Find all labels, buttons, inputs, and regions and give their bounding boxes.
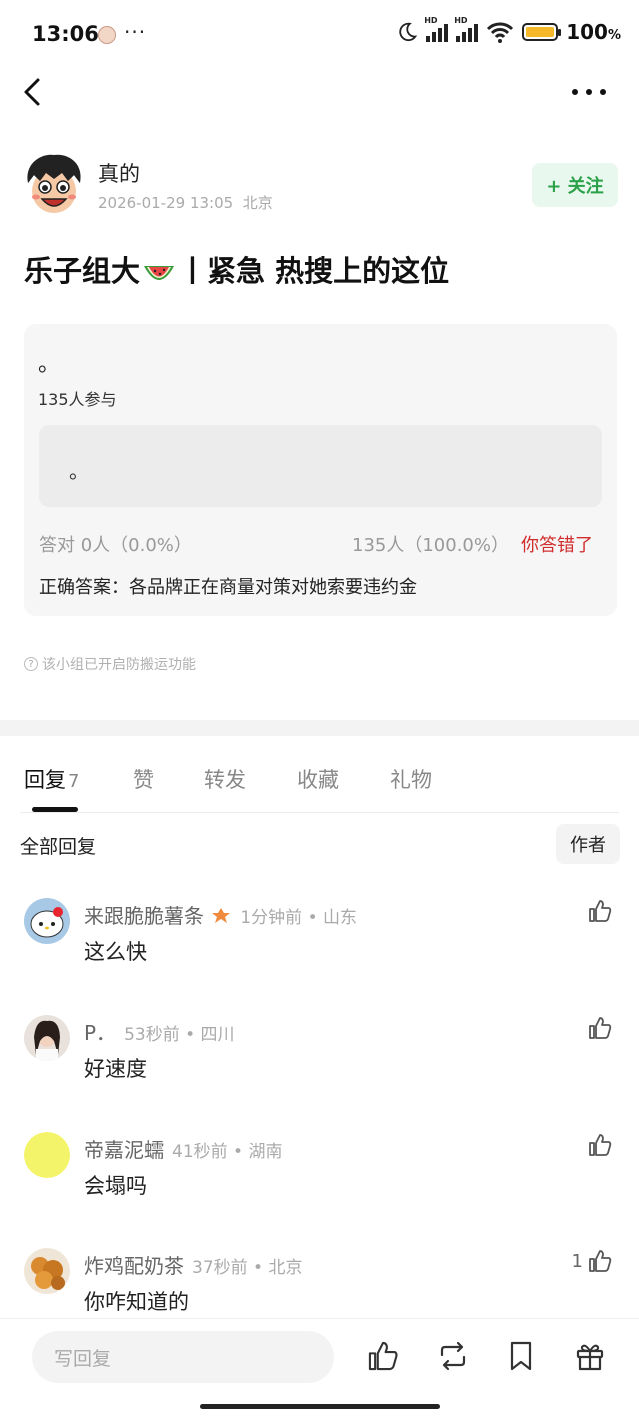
quiz-correct-stats: 答对 0人（0.0%）	[39, 535, 192, 556]
question-icon: ?	[24, 657, 38, 671]
watermelon-icon	[144, 266, 175, 280]
bookmark-icon[interactable]	[504, 1339, 538, 1373]
commenter-name[interactable]: 来跟脆脆薯条 1分钟前 • 山东	[84, 900, 357, 929]
author-name[interactable]: 真的	[98, 158, 140, 188]
signal-icon: HD	[424, 16, 449, 42]
quiz-correct-answer: 正确答案：各品牌正在商量对策对她索要违约金	[39, 577, 417, 598]
comment-text: 这么快	[84, 940, 147, 964]
thumbs-up-icon	[589, 1134, 612, 1156]
tab-likes[interactable]: 赞	[133, 764, 154, 794]
wifi-icon	[487, 22, 514, 43]
tab-gifts[interactable]: 礼物	[390, 764, 432, 794]
quiz-option[interactable]: 。	[39, 425, 602, 507]
thumbs-up-icon	[589, 900, 612, 922]
status-icons: HD HD 100%	[396, 16, 621, 44]
commenter-avatar[interactable]	[24, 1132, 70, 1178]
anti-repost-notice: ? 该小组已开启防搬运功能	[24, 654, 196, 674]
quiz-card: 。 135人参与 。 答对 0人（0.0%） 135人（100.0%） 你答错了…	[24, 324, 617, 616]
commenter-name[interactable]: P． 53秒前 • 四川	[84, 1017, 235, 1046]
tabs-divider	[20, 812, 619, 813]
quiz-participants: 135人参与	[38, 390, 117, 409]
like-button[interactable]	[583, 1015, 613, 1041]
status-time: 13:06	[32, 22, 99, 46]
comment-item: P． 53秒前 • 四川 好速度	[0, 1015, 639, 1115]
post-meta: 2026-01-29 13:05 北京	[98, 194, 273, 212]
like-button[interactable]	[583, 898, 613, 924]
home-indicator[interactable]	[200, 1404, 440, 1409]
thumbs-up-icon	[589, 1017, 612, 1039]
tab-favorites[interactable]: 收藏	[297, 764, 339, 794]
interaction-tabs: 回复 7 赞 转发 收藏 礼物	[0, 760, 639, 812]
commenter-name[interactable]: 炸鸡配奶茶 37秒前 • 北京	[84, 1250, 302, 1279]
more-notifications-icon: ···	[124, 20, 147, 44]
commenter-avatar[interactable]	[24, 898, 70, 944]
tab-replies[interactable]: 回复 7	[24, 764, 79, 794]
comment-text: 会塌吗	[84, 1174, 147, 1198]
like-button[interactable]	[583, 1132, 613, 1158]
follow-button[interactable]: + 关注	[532, 163, 618, 207]
commenter-avatar[interactable]	[24, 1248, 70, 1294]
quiz-option-text: 。	[69, 459, 89, 483]
more-options-button[interactable]	[569, 80, 609, 104]
moon-icon	[399, 22, 418, 42]
quiz-wrong-stats: 135人（100.0%）	[352, 535, 509, 556]
app-notification-icon	[98, 26, 116, 44]
battery-icon	[522, 23, 562, 41]
tab-reposts[interactable]: 转发	[204, 764, 246, 794]
all-replies-filter[interactable]: 全部回复	[20, 832, 96, 859]
reply-input[interactable]: 写回复	[32, 1331, 334, 1383]
section-divider	[0, 720, 639, 736]
quiz-result-label: 你答错了	[521, 535, 593, 556]
comment-text: 你咋知道的	[84, 1290, 189, 1314]
thumbs-up-icon[interactable]	[366, 1339, 400, 1373]
commenter-avatar[interactable]	[24, 1015, 70, 1061]
status-bar: 13:06 ··· HD HD 100%	[0, 0, 639, 70]
comment-text: 好速度	[84, 1057, 147, 1081]
comment-item: 帝嘉泥蠕 41秒前 • 湖南 会塌吗	[0, 1132, 639, 1232]
badge-icon	[212, 908, 231, 923]
commenter-name[interactable]: 帝嘉泥蠕 41秒前 • 湖南	[84, 1134, 282, 1163]
gift-icon[interactable]	[573, 1339, 607, 1373]
signal-icon-2: HD	[454, 16, 479, 42]
quiz-question: 。	[38, 352, 61, 377]
post-title: 乐子组大 丨紧急 热搜上的这位	[24, 254, 450, 288]
thumbs-up-icon	[589, 1250, 612, 1272]
back-button[interactable]	[18, 72, 48, 112]
like-button[interactable]: 1	[572, 1248, 613, 1274]
repost-icon[interactable]	[436, 1339, 470, 1373]
comment-item: 来跟脆脆薯条 1分钟前 • 山东 这么快	[0, 898, 639, 998]
author-only-filter[interactable]: 作者	[556, 824, 620, 864]
battery-level: 100%	[566, 20, 621, 44]
author-avatar[interactable]	[22, 153, 86, 217]
